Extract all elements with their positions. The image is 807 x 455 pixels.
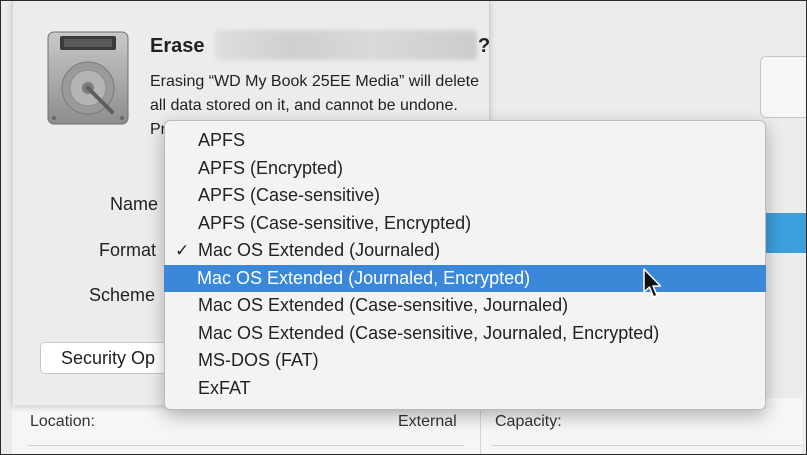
background-button[interactable]	[760, 56, 807, 118]
name-label: Name	[110, 194, 159, 214]
info-separator	[480, 405, 481, 455]
menu-item-label: APFS (Case-sensitive, Encrypted)	[198, 212, 472, 233]
menu-item-label: APFS	[198, 130, 246, 150]
scheme-label: Scheme	[89, 285, 156, 305]
menu-item-apfs[interactable]: APFS	[165, 127, 765, 155]
menu-item-label: MS-DOS (FAT)	[198, 350, 319, 370]
menu-item-label: APFS (Case-sensitive)	[198, 185, 381, 205]
redacted-disk-name	[215, 30, 477, 60]
menu-item-apfs-encrypted[interactable]: APFS (Encrypted)	[165, 155, 765, 183]
menu-item-mac-os-extended-case-sensitive-journaled[interactable]: Mac OS Extended (Case-sensitive, Journal…	[165, 292, 765, 320]
menu-item-apfs-case-sensitive-encrypted[interactable]: APFS (Case-sensitive, Encrypted)	[165, 210, 765, 238]
checkmark-icon: ✓	[175, 241, 190, 260]
menu-item-label: Mac OS Extended (Journaled)	[198, 240, 441, 260]
location-label: Location:	[30, 413, 95, 430]
menu-item-label: APFS (Encrypted)	[198, 157, 344, 178]
menu-item-ms-dos-fat[interactable]: MS-DOS (FAT)	[165, 347, 765, 375]
menu-item-mac-os-extended-journaled[interactable]: ✓ Mac OS Extended (Journaled)	[165, 237, 765, 265]
format-label: Format	[99, 240, 157, 260]
menu-item-label: Mac OS Extended (Journaled, Encrypted)	[197, 267, 531, 288]
info-divider	[492, 445, 802, 446]
menu-item-mac-os-extended-journaled-encrypted[interactable]: Mac OS Extended (Journaled, Encrypted)	[164, 264, 766, 292]
menu-item-apfs-case-sensitive[interactable]: APFS (Case-sensitive)	[165, 182, 765, 210]
capacity-label: Capacity:	[495, 413, 562, 430]
location-value: External	[398, 413, 457, 430]
format-dropdown-menu: APFS APFS (Encrypted) APFS (Case-sensiti…	[164, 120, 766, 410]
menu-item-label: ExFAT	[198, 377, 251, 398]
menu-item-label: Mac OS Extended (Case-sensitive, Journal…	[198, 322, 660, 343]
sheet-title: Erase	[150, 35, 205, 57]
info-divider	[28, 445, 464, 446]
menu-item-mac-os-extended-case-sensitive-journaled-encrypted[interactable]: Mac OS Extended (Case-sensitive, Journal…	[165, 320, 765, 348]
sheet-title-suffix: ?	[478, 35, 491, 57]
mouse-pointer-icon	[643, 268, 662, 298]
menu-item-label: Mac OS Extended (Case-sensitive, Journal…	[198, 295, 569, 315]
usage-bar	[764, 213, 807, 253]
menu-item-exfat[interactable]: ExFAT	[165, 375, 765, 403]
hard-disk-icon	[47, 31, 129, 125]
